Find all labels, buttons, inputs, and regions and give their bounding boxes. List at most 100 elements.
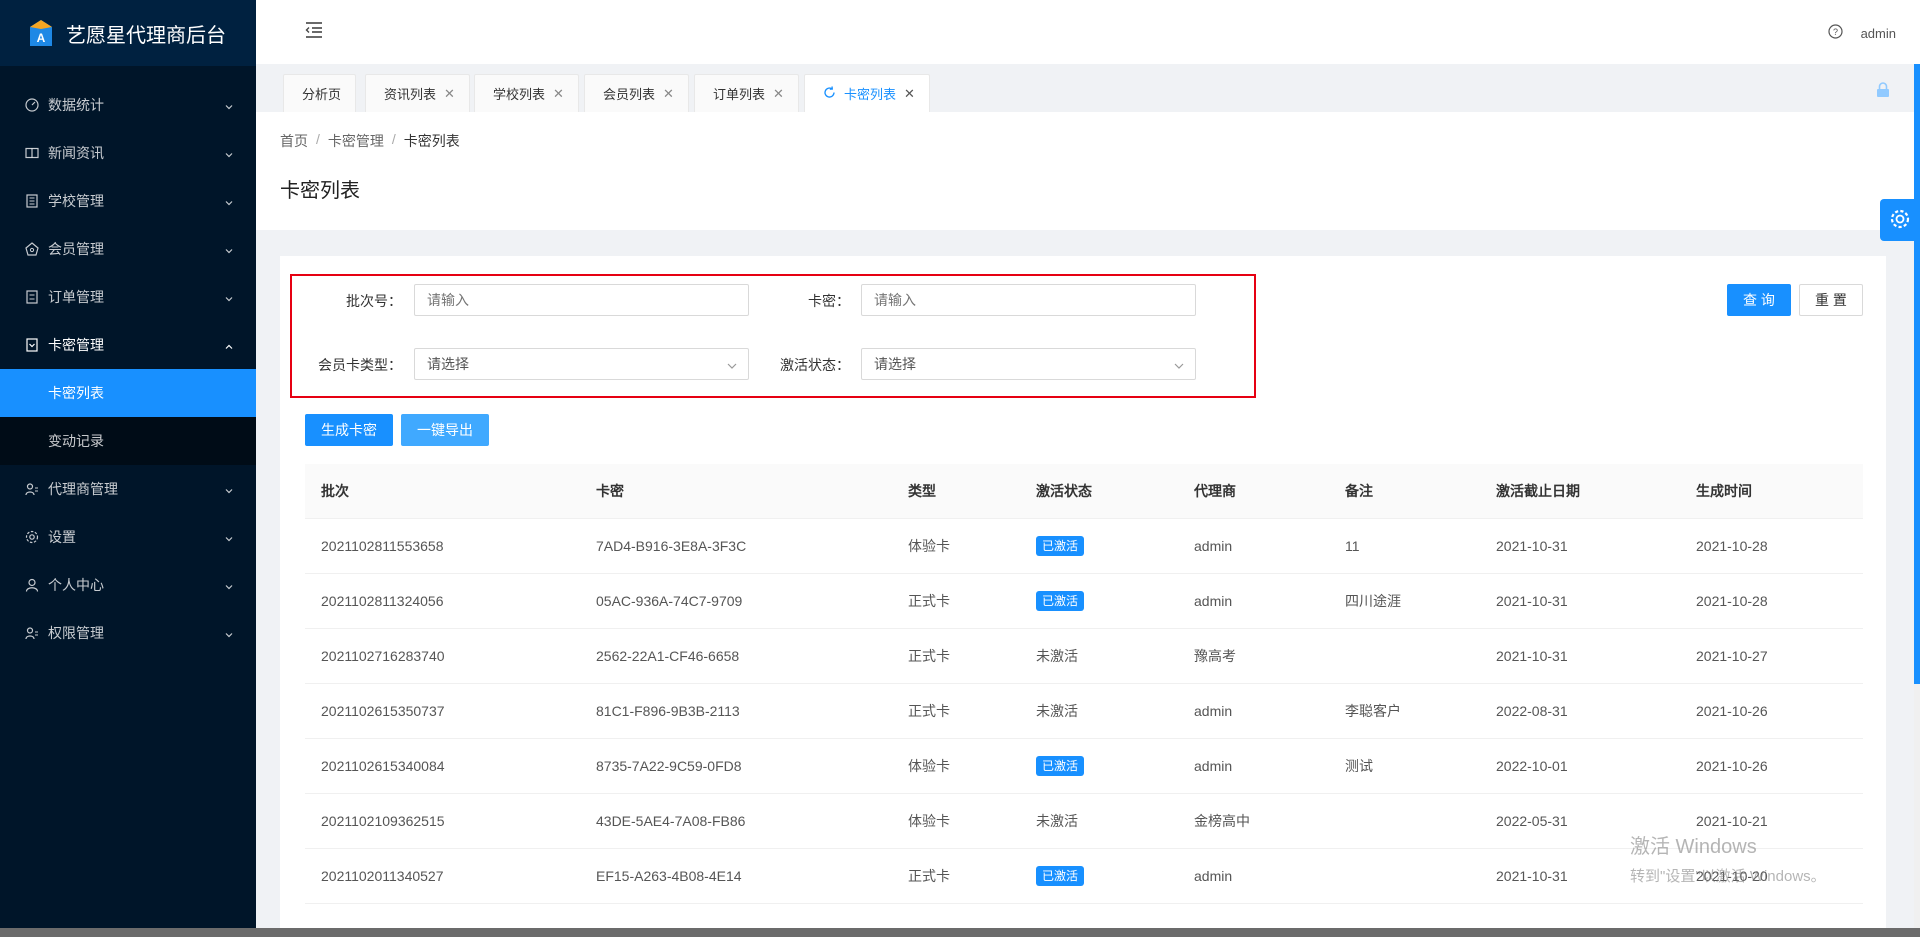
- sidebar-item-permission[interactable]: 权限管理: [0, 609, 256, 657]
- tab-order-list[interactable]: 订单列表 ✕: [694, 74, 799, 112]
- table-cell: 正式卡: [908, 703, 950, 719]
- sidebar-item-profile[interactable]: 个人中心: [0, 561, 256, 609]
- scrollbar-thumb[interactable]: [1914, 64, 1920, 684]
- settings-drawer-button[interactable]: [1880, 199, 1920, 241]
- tab-member-list[interactable]: 会员列表 ✕: [584, 74, 689, 112]
- batch-input[interactable]: [414, 284, 749, 316]
- query-button[interactable]: 查 询: [1727, 284, 1791, 316]
- table-cell: admin: [1194, 703, 1233, 719]
- tab-school-list[interactable]: 学校列表 ✕: [474, 74, 579, 112]
- chevron-up-icon: [224, 339, 234, 355]
- tab-label: 资讯列表: [384, 87, 437, 102]
- sidebar-item-label: 数据统计: [48, 97, 104, 113]
- sidebar-item-stats[interactable]: 数据统计: [0, 81, 256, 129]
- sidebar-item-settings[interactable]: 设置: [0, 513, 256, 561]
- table-cell: 2021-10-26: [1696, 703, 1768, 719]
- sidebar: A 艺愿星代理商后台 数据统计 新闻资讯 学校管理 会员管理 订单管理 卡密管理…: [0, 0, 256, 937]
- close-icon[interactable]: ✕: [663, 86, 674, 102]
- column-header: 类型: [908, 483, 936, 499]
- reset-button[interactable]: 重 置: [1799, 284, 1863, 316]
- table-row[interactable]: 2021102811324056 05AC-936A-74C7-9709 正式卡 已激…: [305, 574, 1863, 629]
- table-cell: 2021-10-31: [1496, 868, 1568, 884]
- sidebar-item-label: 代理商管理: [48, 481, 118, 497]
- table-cell: 2022-10-01: [1496, 758, 1568, 774]
- status-badge: 已激活: [1036, 866, 1085, 886]
- sidebar-item-member[interactable]: 会员管理: [0, 225, 256, 273]
- table-cell: 43DE-5AE4-7A08-FB86: [596, 813, 746, 829]
- chevron-down-icon: [224, 531, 234, 547]
- table-cell: 体验卡: [908, 813, 950, 829]
- chevron-down-icon: [726, 359, 738, 375]
- table-body: 2021102811553658 7AD4-B916-3E8A-3F3C 体验卡 已激…: [305, 519, 1863, 904]
- table-row[interactable]: 2021102716283740 2562-22A1-CF46-6658 正式卡 未激…: [305, 629, 1863, 684]
- sidebar-item-order[interactable]: 订单管理: [0, 273, 256, 321]
- chevron-down-icon: [224, 243, 234, 259]
- table-cell: 体验卡: [908, 538, 950, 554]
- close-icon[interactable]: ✕: [904, 86, 915, 102]
- status-select[interactable]: 请选择: [861, 348, 1196, 380]
- table-row[interactable]: 2021102811553658 7AD4-B916-3E8A-3F3C 体验卡 已激…: [305, 519, 1863, 574]
- table-cell: 2021102811324056: [321, 593, 444, 609]
- close-icon[interactable]: ✕: [553, 86, 564, 102]
- close-icon[interactable]: ✕: [773, 86, 784, 102]
- breadcrumb: 首页 / 卡密管理 / 卡密列表: [280, 131, 460, 151]
- sidebar-item-agent[interactable]: 代理商管理: [0, 465, 256, 513]
- table-cell: 2021-10-26: [1696, 758, 1768, 774]
- table-cell: 2021-10-21: [1696, 813, 1768, 829]
- table-cell: 2562-22A1-CF46-6658: [596, 648, 740, 664]
- column-header: 激活截止日期: [1496, 483, 1580, 499]
- table-cell: 2021-10-27: [1696, 648, 1768, 664]
- table-cell: 未激活: [1036, 648, 1078, 664]
- page-header: 首页 / 卡密管理 / 卡密列表 卡密列表: [256, 112, 1920, 230]
- export-button[interactable]: 一键导出: [401, 414, 489, 446]
- table-cell: 已激活: [1020, 591, 1178, 611]
- member-icon: [24, 241, 40, 257]
- help-icon[interactable]: ?: [1827, 24, 1843, 42]
- side-menu: 数据统计 新闻资讯 学校管理 会员管理 订单管理 卡密管理 卡密列表 变动记录 …: [0, 81, 256, 657]
- table-cell: admin: [1194, 758, 1233, 774]
- gear-icon: [1889, 208, 1911, 233]
- tab-news-list[interactable]: 资讯列表 ✕: [365, 74, 470, 112]
- status-badge: 已激活: [1036, 536, 1085, 556]
- sidebar-item-school[interactable]: 学校管理: [0, 177, 256, 225]
- chevron-down-icon: [1173, 359, 1185, 375]
- generate-card-button[interactable]: 生成卡密: [305, 414, 393, 446]
- sidebar-subitem-change-log[interactable]: 变动记录: [0, 417, 256, 465]
- tab-bar: 分析页 资讯列表 ✕ 学校列表 ✕ 会员列表 ✕ 订单列表 ✕ 卡密列表 ✕: [256, 64, 1920, 112]
- tab-label: 订单列表: [713, 87, 766, 102]
- table-row[interactable]: 2021102615350737 81C1-F896-9B3B-2113 正式卡 未激…: [305, 684, 1863, 739]
- reload-icon[interactable]: [823, 85, 836, 102]
- logo[interactable]: A 艺愿星代理商后台: [0, 0, 256, 66]
- breadcrumb-home[interactable]: 首页: [280, 131, 308, 151]
- card-type-select[interactable]: 请选择: [414, 348, 749, 380]
- menu-fold-icon[interactable]: [304, 20, 326, 42]
- table-cell: 2021102615340084: [321, 758, 445, 774]
- app-title: 艺愿星代理商后台: [66, 24, 226, 47]
- dashboard-icon: [24, 97, 40, 113]
- table-row[interactable]: 2021102011340527 EF15-A263-4B08-4E14 正式卡 已激…: [305, 849, 1863, 904]
- table-cell: 2022-05-31: [1496, 813, 1568, 829]
- sidebar-subitem-card-list[interactable]: 卡密列表: [0, 369, 256, 417]
- sidebar-item-label: 变动记录: [48, 433, 104, 449]
- sidebar-item-label: 订单管理: [48, 289, 104, 305]
- chevron-down-icon: [224, 195, 234, 211]
- lock-icon[interactable]: [1876, 82, 1890, 101]
- table-row[interactable]: 2021102615340084 8735-7A22-9C59-0FD8 体验卡 已激…: [305, 739, 1863, 794]
- table-cell: 2021-10-31: [1496, 648, 1568, 664]
- sidebar-item-news[interactable]: 新闻资讯: [0, 129, 256, 177]
- user-name[interactable]: admin: [1861, 26, 1896, 41]
- table-row[interactable]: 2021102109362515 43DE-5AE4-7A08-FB86 体验卡 未激…: [305, 794, 1863, 849]
- sidebar-item-card[interactable]: 卡密管理: [0, 321, 256, 369]
- column-header: 批次: [321, 483, 349, 499]
- tab-card-list[interactable]: 卡密列表 ✕: [804, 74, 930, 112]
- filter-form: 批次号： 卡密： 会员卡类型： 请选择 激活状态： 请选择: [290, 274, 1256, 398]
- close-icon[interactable]: ✕: [444, 86, 455, 102]
- card-label: 卡密：: [808, 293, 850, 309]
- card-input[interactable]: [861, 284, 1196, 316]
- card-table: 批次 卡密 类型 激活状态 代理商 备注 激活截止日期 生成时间 2021102…: [305, 464, 1863, 904]
- tab-analysis[interactable]: 分析页: [283, 74, 357, 112]
- table-cell: 81C1-F896-9B3B-2113: [596, 703, 740, 719]
- chevron-down-icon: [224, 627, 234, 643]
- breadcrumb-card-manage[interactable]: 卡密管理: [328, 131, 384, 151]
- table-cell: 已激活: [1020, 866, 1178, 886]
